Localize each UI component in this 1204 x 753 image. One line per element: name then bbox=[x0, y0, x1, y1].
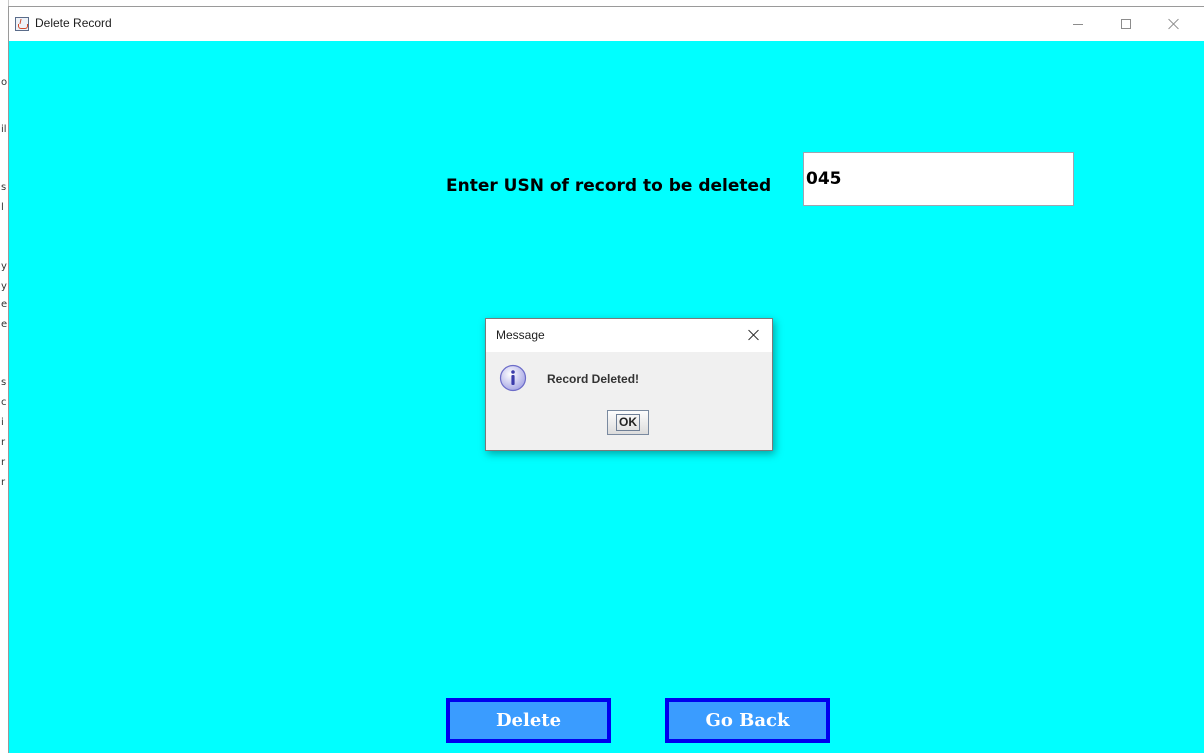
close-window-button[interactable] bbox=[1152, 7, 1196, 41]
ok-button-label: OK bbox=[616, 414, 640, 431]
usn-input[interactable] bbox=[803, 152, 1074, 206]
usn-label: Enter USN of record to be deleted bbox=[446, 176, 772, 196]
info-icon bbox=[499, 364, 527, 392]
message-dialog: Message Record Deleted! OK bbox=[485, 318, 773, 451]
minimize-icon bbox=[1073, 23, 1083, 25]
ok-button[interactable]: OK bbox=[607, 410, 649, 435]
java-coffee-cup-icon bbox=[15, 17, 29, 31]
delete-button[interactable]: Delete bbox=[446, 698, 611, 743]
window-title: Delete Record bbox=[35, 16, 112, 30]
dialog-titlebar[interactable]: Message bbox=[486, 319, 772, 352]
dialog-message: Record Deleted! bbox=[547, 372, 640, 386]
close-icon bbox=[1168, 18, 1180, 30]
maximize-button[interactable] bbox=[1104, 7, 1148, 41]
window-titlebar[interactable]: Delete Record bbox=[9, 7, 1204, 41]
minimize-button[interactable] bbox=[1056, 7, 1100, 41]
dialog-close-button[interactable] bbox=[740, 321, 768, 349]
go-back-button[interactable]: Go Back bbox=[665, 698, 830, 743]
maximize-icon bbox=[1121, 19, 1131, 29]
close-icon bbox=[748, 329, 760, 341]
dialog-title: Message bbox=[496, 328, 545, 342]
